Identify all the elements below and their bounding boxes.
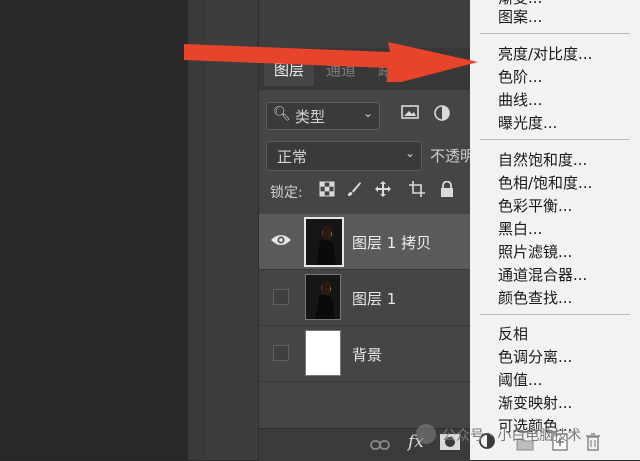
- menu-item-photo-filter[interactable]: 照片滤镜...: [498, 242, 572, 262]
- layer-filter-select[interactable]: 🔍︎ 类型 ⌄: [266, 102, 380, 130]
- menu-separator: [480, 33, 630, 34]
- menu-item-color-balance[interactable]: 色彩平衡...: [498, 196, 572, 216]
- menu-item-black-white[interactable]: 黑白...: [498, 219, 542, 239]
- lock-position-move-icon[interactable]: [374, 181, 392, 201]
- menu-item-curves[interactable]: 曲线...: [498, 90, 542, 110]
- pixel-filter-icon[interactable]: [400, 104, 420, 124]
- lock-label: 锁定:: [270, 185, 303, 201]
- menu-separator: [480, 314, 630, 315]
- menu-separator: [480, 139, 630, 140]
- menu-item-threshold[interactable]: 阈值...: [498, 370, 542, 390]
- menu-item-exposure[interactable]: 曝光度...: [498, 113, 557, 133]
- menu-item-brightness-contrast[interactable]: 亮度/对比度...: [498, 44, 592, 64]
- chevron-down-icon: ⌄: [363, 106, 374, 120]
- opacity-label: 不透明: [430, 147, 476, 165]
- visibility-toggle-empty[interactable]: [273, 289, 289, 305]
- watermark-text: 公众号 · 小白电脑技术: [442, 428, 582, 444]
- visibility-toggle-empty[interactable]: [273, 345, 289, 361]
- link-icon[interactable]: [370, 436, 390, 455]
- lock-all-icon[interactable]: [438, 180, 456, 201]
- eye-icon[interactable]: [270, 232, 292, 252]
- menu-item-posterize[interactable]: 色调分离...: [498, 347, 572, 367]
- menu-item-gradient-map[interactable]: 渐变映射...: [498, 393, 572, 413]
- menu-item-vibrance[interactable]: 自然饱和度...: [498, 150, 587, 170]
- layer-name[interactable]: 背景: [352, 344, 382, 365]
- wechat-logo-icon: [416, 424, 436, 444]
- menu-item-color-lookup[interactable]: 颜色查找...: [498, 288, 572, 308]
- adjustment-layer-menu: 渐变... 图案... 亮度/对比度... 色阶... 曲线... 曝光度...…: [470, 0, 640, 460]
- adjustment-filter-icon[interactable]: [432, 104, 452, 124]
- layers-bottom-bar: [259, 428, 470, 461]
- menu-item-invert[interactable]: 反相: [498, 324, 528, 344]
- layer-name[interactable]: 图层 1: [352, 288, 396, 309]
- canvas-area: [0, 0, 188, 460]
- trash-icon[interactable]: [586, 433, 600, 455]
- layer-thumbnail-photo: [305, 274, 341, 320]
- menu-item-channel-mixer[interactable]: 通道混合器...: [498, 265, 587, 285]
- chevron-down-icon: ⌄: [405, 146, 416, 160]
- annotation-arrow-icon: [184, 42, 478, 82]
- blend-mode-select[interactable]: 正常 ⌄: [266, 141, 422, 171]
- lock-pixels-brush-icon[interactable]: [345, 181, 363, 201]
- blend-mode-value: 正常: [277, 148, 308, 166]
- layer-thumbnail-white: [305, 330, 341, 376]
- menu-item-hue-saturation[interactable]: 色相/饱和度...: [498, 173, 592, 193]
- lock-transparent-icon[interactable]: [318, 181, 336, 201]
- layer-name[interactable]: 图层 1 拷贝: [352, 232, 431, 253]
- menu-item-levels[interactable]: 色阶...: [498, 67, 542, 87]
- menu-item-pattern[interactable]: 图案...: [498, 7, 542, 27]
- layer-thumbnail-photo: [304, 217, 344, 267]
- search-icon: 🔍︎: [273, 106, 291, 122]
- filter-label: 类型: [295, 108, 326, 126]
- lock-artboard-icon[interactable]: [408, 181, 426, 201]
